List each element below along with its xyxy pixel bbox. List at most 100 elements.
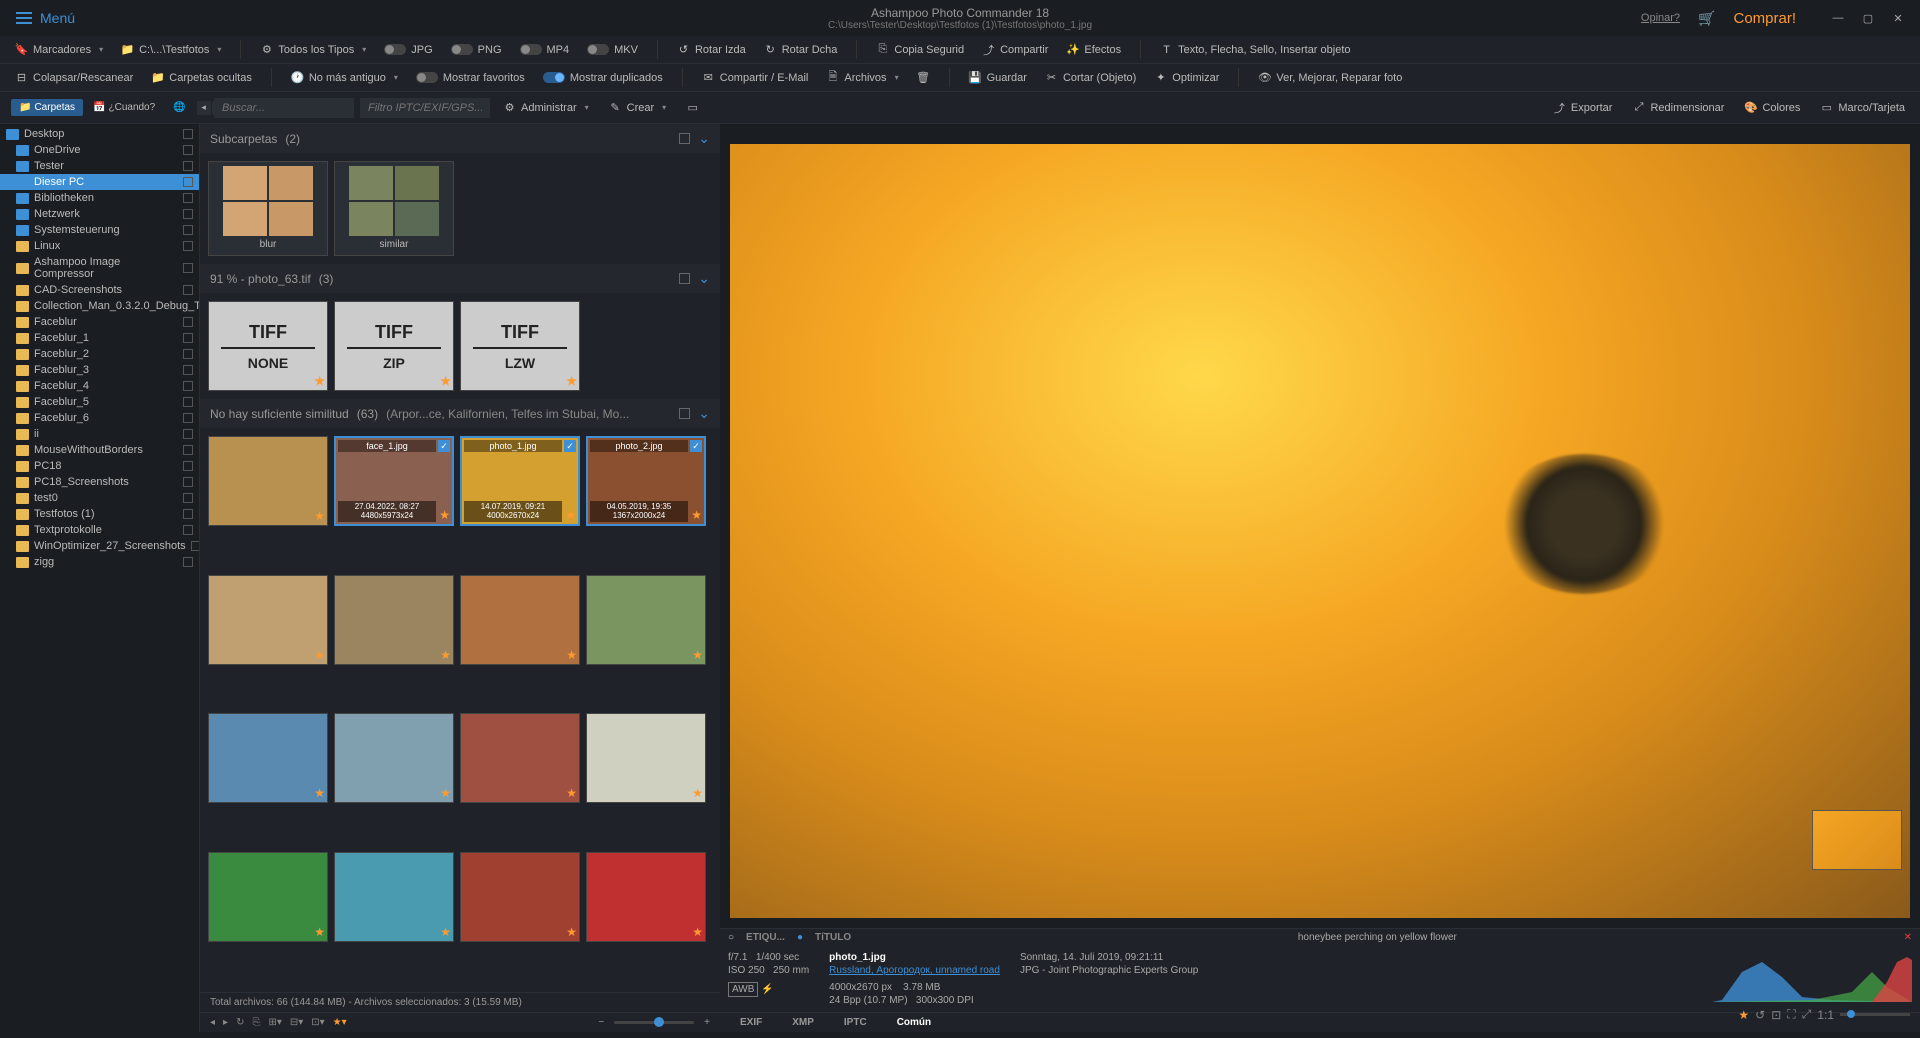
present-button[interactable]: ▭ xyxy=(679,98,706,117)
tree-item[interactable]: Faceblur xyxy=(0,314,199,330)
path-button[interactable]: 📁C:\...\Testfotos▾ xyxy=(114,40,228,59)
section-percent[interactable]: 91 % - photo_63.tif(3) ⌄ xyxy=(200,264,720,293)
photo-thumb[interactable]: ★ xyxy=(586,713,706,803)
nav-next-icon[interactable]: ▸ xyxy=(223,1017,228,1028)
tree-item[interactable]: Bibliotheken xyxy=(0,190,199,206)
star-icon[interactable]: ★ xyxy=(439,508,450,522)
star-icon[interactable]: ★ xyxy=(314,786,325,800)
star-icon[interactable]: ★ xyxy=(314,925,325,939)
nav-prev-icon[interactable]: ◂ xyxy=(210,1017,215,1028)
tree-checkbox[interactable] xyxy=(183,145,193,155)
photo-thumb[interactable]: ✓photo_2.jpg04.05.2019, 19:351367x2000x2… xyxy=(586,436,706,526)
section-subfolders[interactable]: Subcarpetas(2) ⌄ xyxy=(200,124,720,153)
tree-checkbox[interactable] xyxy=(183,381,193,391)
photo-thumb[interactable]: ✓face_1.jpg27.04.2022, 08:274480x5973x24… xyxy=(334,436,454,526)
photo-thumb[interactable]: ★ xyxy=(208,713,328,803)
duplicates-toggle[interactable]: Mostrar duplicados xyxy=(536,69,670,87)
check-icon[interactable]: ✓ xyxy=(564,440,576,452)
tiff-thumb[interactable]: TIFFNONE★ xyxy=(208,301,328,391)
globe-tab[interactable]: 🌐 xyxy=(165,99,193,116)
tree-item[interactable]: MouseWithoutBorders xyxy=(0,442,199,458)
tree-checkbox[interactable] xyxy=(183,241,193,251)
subfolder-blur[interactable]: blur xyxy=(208,161,328,256)
location-link[interactable]: Russland, Арогородок, unnamed road xyxy=(829,965,1000,976)
tree-item[interactable]: CAD-Screenshots xyxy=(0,282,199,298)
copy-icon[interactable]: ⎘ xyxy=(252,1017,260,1028)
star-icon[interactable]: ★ xyxy=(314,648,325,662)
photo-thumb[interactable]: ✓photo_1.jpg14.07.2019, 09:214000x2670x2… xyxy=(460,436,580,526)
photo-thumb[interactable]: ★ xyxy=(334,852,454,942)
star-icon[interactable]: ★ xyxy=(314,374,325,388)
tree-item[interactable]: Tester xyxy=(0,158,199,174)
tree-item[interactable]: Netzwerk xyxy=(0,206,199,222)
buy-button[interactable]: Comprar! xyxy=(1733,10,1796,27)
tree-item[interactable]: ii xyxy=(0,426,199,442)
tab-iptc[interactable]: IPTC xyxy=(844,1017,867,1028)
check-icon[interactable]: ✓ xyxy=(690,440,702,452)
section-check[interactable] xyxy=(679,273,690,284)
menu-button[interactable]: Menú xyxy=(8,6,83,30)
search-input[interactable] xyxy=(214,98,354,118)
chevron-down-icon[interactable]: ⌄ xyxy=(698,270,710,287)
photo-thumb[interactable]: ★ xyxy=(208,436,328,526)
tree-item[interactable]: PC18_Screenshots xyxy=(0,474,199,490)
opinion-link[interactable]: Opinar? xyxy=(1641,12,1680,24)
tree-checkbox[interactable] xyxy=(183,333,193,343)
photo-thumb[interactable]: ★ xyxy=(586,852,706,942)
collapse-button[interactable]: ⊟Colapsar/Rescanear xyxy=(8,68,140,87)
star-icon[interactable]: ★ xyxy=(440,786,451,800)
resize-button[interactable]: ⤢Redimensionar xyxy=(1625,98,1731,117)
maximize-button[interactable]: ▢ xyxy=(1854,8,1882,28)
tree-checkbox[interactable] xyxy=(183,493,193,503)
tree-checkbox[interactable] xyxy=(183,285,193,295)
age-filter-button[interactable]: 🕐No más antiguo▾ xyxy=(284,68,405,87)
layout-icon[interactable]: ⊞▾ xyxy=(268,1017,281,1028)
check-icon[interactable]: ✓ xyxy=(438,440,450,452)
close-button[interactable]: ✕ xyxy=(1884,8,1912,28)
view-repair-button[interactable]: 👁Ver, Mejorar, Reparar foto xyxy=(1251,68,1409,87)
tree-item[interactable]: Textprotokolle xyxy=(0,522,199,538)
photo-thumb[interactable]: ★ xyxy=(460,713,580,803)
tree-desktop[interactable]: Desktop xyxy=(0,126,199,142)
rotate-right-button[interactable]: ↻Rotar Dcha xyxy=(757,40,845,59)
tree-checkbox[interactable] xyxy=(183,461,193,471)
favorites-toggle[interactable]: Mostrar favoritos xyxy=(409,69,532,87)
tree-item[interactable]: Linux xyxy=(0,238,199,254)
tree-checkbox[interactable] xyxy=(183,413,193,423)
tree-checkbox[interactable] xyxy=(183,509,193,519)
fullscreen-icon[interactable]: ⤢ xyxy=(1802,1007,1812,1022)
files-button[interactable]: 🗎Archivos▾ xyxy=(819,68,905,87)
manage-button[interactable]: ⚙Administrar▾ xyxy=(496,98,596,117)
tree-item[interactable]: Faceblur_2 xyxy=(0,346,199,362)
jpg-toggle[interactable]: JPG xyxy=(377,41,439,59)
save-button[interactable]: 💾Guardar xyxy=(962,68,1034,87)
create-button[interactable]: ✎Crear▾ xyxy=(602,98,674,117)
preview-zoom-slider[interactable] xyxy=(1840,1013,1910,1016)
view-icon[interactable]: ⊡▾ xyxy=(311,1017,324,1028)
tree-item[interactable]: Faceblur_1 xyxy=(0,330,199,346)
tree-checkbox[interactable] xyxy=(183,193,193,203)
tree-item[interactable]: Dieser PC xyxy=(0,174,199,190)
photo-thumb[interactable]: ★ xyxy=(460,852,580,942)
star-icon[interactable]: ★ xyxy=(314,509,325,523)
tree-item[interactable]: Systemsteuerung xyxy=(0,222,199,238)
star-icon[interactable]: ★ xyxy=(566,925,577,939)
photo-thumb[interactable]: ★ xyxy=(460,575,580,665)
star-icon[interactable]: ★ xyxy=(1738,1008,1749,1022)
actual-size-icon[interactable]: 1:1 xyxy=(1817,1008,1834,1022)
star-icon[interactable]: ★ xyxy=(691,508,702,522)
tiff-thumb[interactable]: TIFFZIP★ xyxy=(334,301,454,391)
photo-thumb[interactable]: ★ xyxy=(334,575,454,665)
tree-item[interactable]: Faceblur_4 xyxy=(0,378,199,394)
star-icon[interactable]: ★ xyxy=(440,374,451,388)
tree-checkbox[interactable] xyxy=(183,317,193,327)
share-button[interactable]: ⤴Compartir xyxy=(975,40,1055,59)
subfolder-similar[interactable]: similar xyxy=(334,161,454,256)
tree-checkbox[interactable] xyxy=(183,429,193,439)
star-icon[interactable]: ★ xyxy=(565,508,576,522)
png-toggle[interactable]: PNG xyxy=(444,41,509,59)
photo-thumb[interactable]: ★ xyxy=(208,852,328,942)
star-icon[interactable]: ★ xyxy=(692,925,703,939)
tree-checkbox[interactable] xyxy=(183,445,193,455)
tree-item[interactable]: Faceblur_3 xyxy=(0,362,199,378)
